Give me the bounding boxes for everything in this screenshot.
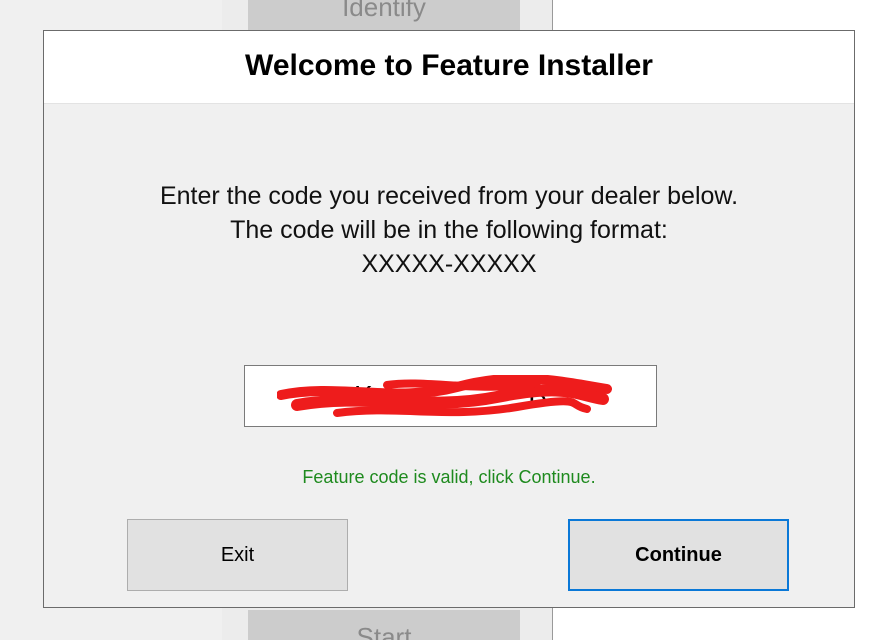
code-format-example: XXXXX-XXXXX bbox=[361, 250, 537, 278]
instruction-line-1: Enter the code you received from your de… bbox=[159, 182, 739, 210]
validation-status-message: Feature code is valid, click Continue. bbox=[302, 467, 596, 487]
exit-button[interactable]: Exit bbox=[127, 519, 348, 591]
background-start-button: Start bbox=[248, 610, 520, 640]
continue-button[interactable]: Continue bbox=[568, 519, 789, 591]
feature-code-input[interactable] bbox=[244, 365, 657, 427]
feature-installer-dialog: Welcome to Feature Installer Enter the c… bbox=[43, 30, 855, 608]
instruction-line-2: The code will be in the following format… bbox=[230, 216, 668, 244]
dialog-header: Welcome to Feature Installer bbox=[44, 31, 854, 104]
dialog-title: Welcome to Feature Installer bbox=[245, 49, 653, 82]
background-identify-button: Identify bbox=[248, 0, 520, 30]
instructions: Enter the code you received from your de… bbox=[44, 179, 854, 281]
